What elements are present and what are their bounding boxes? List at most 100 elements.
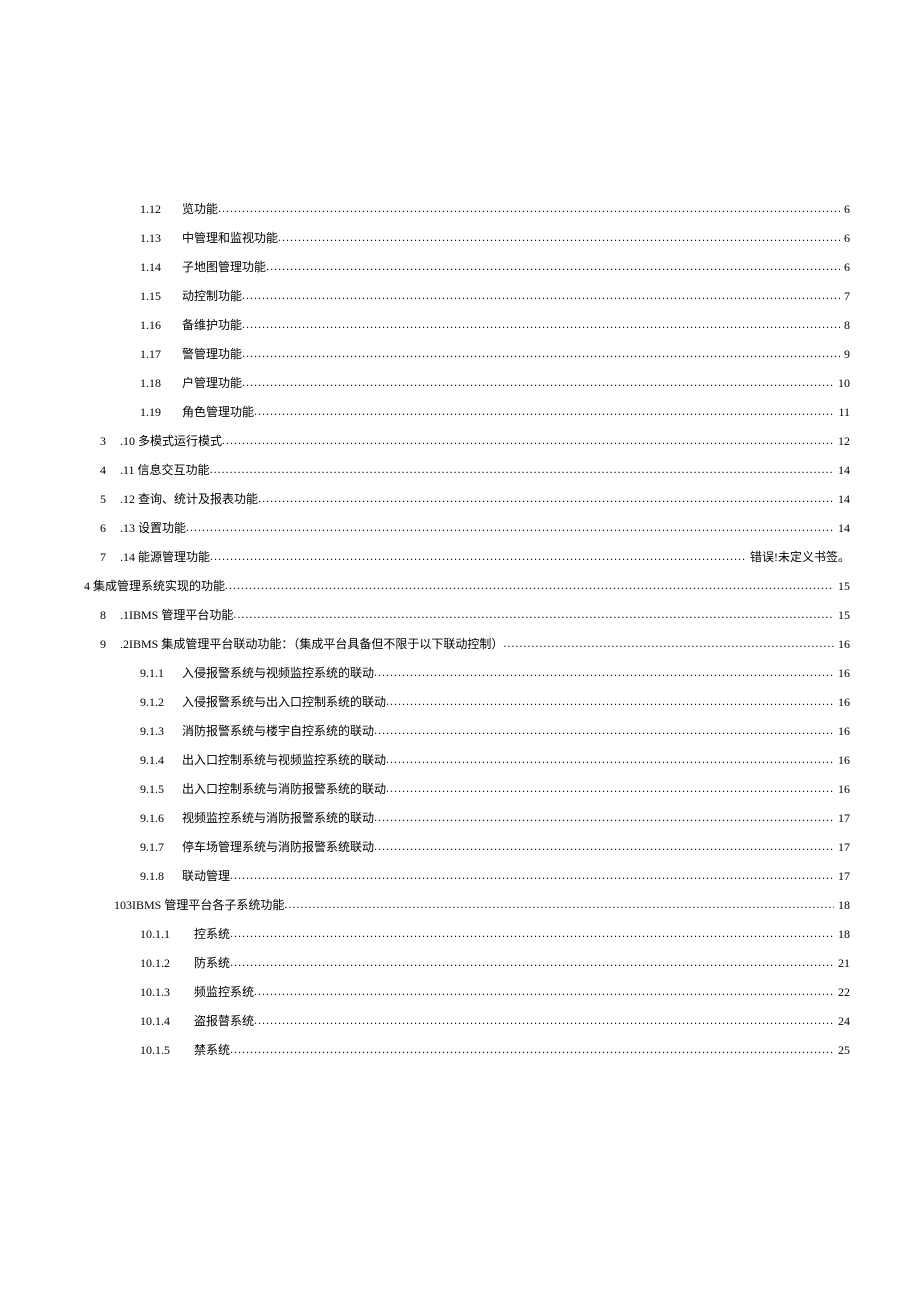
toc-leader-dots: [230, 868, 834, 880]
toc-leader-dots: [278, 230, 840, 242]
toc-entry-number: 10.1.4: [140, 1014, 194, 1029]
toc-entry: 10.1.5禁系统25: [70, 1041, 850, 1058]
toc-entry: 103IBMS 管理平台各子系统功能18: [70, 896, 850, 913]
toc-entry-number: 10.1.5: [140, 1043, 194, 1058]
toc-entry: 1.19角色管理功能 11: [70, 403, 850, 420]
toc-entry: 9.1.4出入口控制系统与视频监控系统的联动16: [70, 751, 850, 768]
toc-entry-page: 7: [840, 289, 850, 304]
toc-entry-number: 10.1.2: [140, 956, 194, 971]
toc-leader-dots: [230, 926, 834, 938]
toc-entry: 9.1.6视频监控系统与消防报警系统的联动 17: [70, 809, 850, 826]
toc-entry-page: 11: [834, 405, 850, 420]
toc-entry-title: 备维护功能: [182, 316, 242, 333]
toc-entry-page: 12: [834, 434, 850, 449]
toc-entry: 4.11 信息交互功能 14: [70, 461, 850, 478]
toc-entry-page: 16: [834, 695, 850, 710]
toc-entry: 9.1.1入侵报警系统与视频监控系统的联动16: [70, 664, 850, 681]
toc-entry-title: 防系统: [194, 954, 230, 971]
toc-entry-title: .14 能源管理功能: [120, 548, 210, 565]
toc-entry: 4 集成管理系统实现的功能15: [70, 577, 850, 594]
toc-leader-dots: [258, 491, 834, 503]
toc-entry-number: 4: [100, 463, 120, 478]
toc-leader-dots: [242, 375, 834, 387]
toc-entry-page: 17: [834, 811, 850, 826]
page: 1.12览功能61.13中管理和监视功能61.14子地图管理功能61.15动控制…: [0, 0, 920, 1301]
toc-leader-dots: [374, 665, 834, 677]
toc-entry-number: 9.1.1: [140, 666, 182, 681]
toc-entry-title: 入侵报警系统与视频监控系统的联动: [182, 664, 374, 681]
toc-entry-page: 16: [834, 724, 850, 739]
toc-entry: 7.14 能源管理功能 错误!未定义书签。: [70, 548, 850, 565]
toc-entry-title: 禁系统: [194, 1041, 230, 1058]
toc-leader-dots: [242, 288, 840, 300]
toc-entry-title: 出入口控制系统与消防报警系统的联动: [182, 780, 386, 797]
toc-entry-number: 10.1.1: [140, 927, 194, 942]
toc-entry: 1.13中管理和监视功能6: [70, 229, 850, 246]
toc-leader-dots: [242, 346, 840, 358]
toc-entry-page: 24: [834, 1014, 850, 1029]
toc-entry-title: .2IBMS 集成管理平台联动功能：（集成平台具备但不限于以下联动控制）: [120, 635, 503, 652]
toc-entry-title: 停车场管理系统与消防报警系统联动: [182, 838, 374, 855]
toc-leader-dots: [374, 839, 834, 851]
toc-entry-page: 18: [834, 898, 850, 913]
toc-entry-title: 视频监控系统与消防报警系统的联动: [182, 809, 374, 826]
toc-entry-title: 角色管理功能: [182, 403, 254, 420]
toc-leader-dots: [230, 955, 834, 967]
toc-entry-page: 14: [834, 463, 850, 478]
toc-entry: 1.14子地图管理功能6: [70, 258, 850, 275]
toc-entry: 3.10 多模式运行模式12: [70, 432, 850, 449]
toc-entry: 9.1.7停车场管理系统与消防报警系统联动17: [70, 838, 850, 855]
toc-entry-page: 错误!未定义书签。: [746, 548, 850, 565]
toc-leader-dots: [284, 897, 834, 909]
toc-entry-number: 9.1.3: [140, 724, 182, 739]
toc-entry-number: 9.1.5: [140, 782, 182, 797]
toc-entry-title: 警管理功能: [182, 345, 242, 362]
toc-entry-number: 10.1.3: [140, 985, 194, 1000]
toc-entry-title: .12 查询、统计及报表功能: [120, 490, 258, 507]
toc-entry-number: 9: [100, 637, 120, 652]
toc-entry-number: 1.18: [140, 376, 182, 391]
toc-entry-title: 消防报警系统与楼宇自控系统的联动: [182, 722, 374, 739]
toc-entry-title: 控系统: [194, 925, 230, 942]
toc-leader-dots: [218, 201, 840, 213]
toc-leader-dots: [225, 578, 834, 590]
toc-entry-number: 5: [100, 492, 120, 507]
toc-entry-number: 6: [100, 521, 120, 536]
toc-entry-page: 17: [834, 840, 850, 855]
toc-entry-title: 子地图管理功能: [182, 258, 266, 275]
toc-leader-dots: [386, 752, 834, 764]
toc-entry: 9.2IBMS 集成管理平台联动功能：（集成平台具备但不限于以下联动控制）16: [70, 635, 850, 652]
toc-entry-title: 出入口控制系统与视频监控系统的联动: [182, 751, 386, 768]
table-of-contents: 1.12览功能61.13中管理和监视功能61.14子地图管理功能61.15动控制…: [70, 200, 850, 1058]
toc-entry-title: .1IBMS 管理平台功能: [120, 606, 233, 623]
toc-entry-page: 6: [840, 202, 850, 217]
toc-entry-title: .11 信息交互功能: [120, 461, 210, 478]
toc-entry-title: 中管理和监视功能: [182, 229, 278, 246]
toc-entry-title: 盗报瞽系统: [194, 1012, 254, 1029]
toc-entry: 1.12览功能6: [70, 200, 850, 217]
toc-leader-dots: [242, 317, 840, 329]
toc-entry-title: 入侵报警系统与出入口控制系统的联动: [182, 693, 386, 710]
toc-entry-number: 7: [100, 550, 120, 565]
toc-leader-dots: [386, 781, 834, 793]
toc-entry: 10.1.1控系统18: [70, 925, 850, 942]
toc-entry-number: 1.12: [140, 202, 182, 217]
toc-entry: 10.1.3频监控系统22: [70, 983, 850, 1000]
toc-leader-dots: [210, 549, 746, 561]
toc-entry-title: .13 设置功能: [120, 519, 186, 536]
toc-entry: 10.1.2防系统 21: [70, 954, 850, 971]
toc-entry-page: 6: [840, 231, 850, 246]
toc-leader-dots: [210, 462, 834, 474]
toc-entry-page: 21: [834, 956, 850, 971]
toc-entry-page: 16: [834, 782, 850, 797]
toc-leader-dots: [254, 984, 834, 996]
toc-leader-dots: [374, 810, 834, 822]
toc-leader-dots: [233, 607, 834, 619]
toc-entry-number: 9.1.6: [140, 811, 182, 826]
toc-entry-number: 1.16: [140, 318, 182, 333]
toc-entry: 6.13 设置功能 14: [70, 519, 850, 536]
toc-entry-page: 14: [834, 521, 850, 536]
toc-entry: 10.1.4盗报瞽系统 24: [70, 1012, 850, 1029]
toc-entry-page: 14: [834, 492, 850, 507]
toc-entry-number: 1.19: [140, 405, 182, 420]
